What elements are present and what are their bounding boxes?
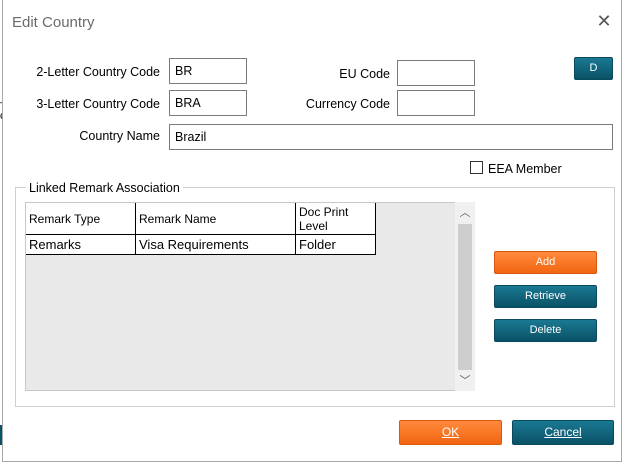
table-cell-remark-name[interactable]: Visa Requirements — [136, 235, 296, 255]
chevron-down-icon[interactable]: ﹀ — [455, 372, 475, 390]
country-name-label: Country Name — [79, 129, 160, 143]
ok-button[interactable]: OK — [399, 420, 502, 445]
country-name-field[interactable] — [169, 124, 613, 150]
currency-code-label: Currency Code — [305, 97, 390, 111]
cancel-button-label: Cancel — [544, 425, 582, 439]
column-header-remark-name[interactable]: Remark Name — [136, 203, 296, 235]
code3-field[interactable] — [169, 90, 247, 116]
linked-remark-title: Linked Remark Association — [26, 181, 183, 195]
delete-button[interactable]: Delete — [494, 319, 597, 342]
currency-code-field[interactable] — [397, 90, 475, 116]
d-button[interactable]: D — [574, 57, 613, 80]
table-cell-remark-type[interactable]: Remarks — [26, 235, 136, 255]
table-cell-doc-print-level[interactable]: Folder — [296, 235, 376, 255]
code2-label: 2-Letter Country Code — [36, 65, 160, 79]
dialog-title: Edit Country — [12, 14, 95, 31]
remarks-grid: Remark Type Remark Name Doc Print Level … — [25, 202, 475, 391]
eu-code-label: EU Code — [339, 67, 390, 81]
ok-button-label: OK — [441, 425, 460, 439]
column-header-doc-print-level[interactable]: Doc Print Level — [296, 203, 376, 235]
chevron-up-icon[interactable]: ︿ — [455, 204, 475, 222]
code3-label: 3-Letter Country Code — [36, 97, 160, 111]
cancel-button[interactable]: Cancel — [512, 420, 614, 445]
column-header-remark-type[interactable]: Remark Type — [26, 203, 136, 235]
close-icon[interactable]: ✕ — [596, 12, 612, 30]
retrieve-button[interactable]: Retrieve — [494, 285, 597, 308]
eea-member-label: EEA Member — [488, 162, 562, 176]
grid-scrollbar-thumb[interactable] — [458, 224, 472, 370]
eu-code-field[interactable] — [397, 60, 475, 86]
add-button[interactable]: Add — [494, 251, 597, 274]
code2-field[interactable] — [169, 58, 247, 84]
eea-member-checkbox[interactable] — [470, 161, 483, 174]
